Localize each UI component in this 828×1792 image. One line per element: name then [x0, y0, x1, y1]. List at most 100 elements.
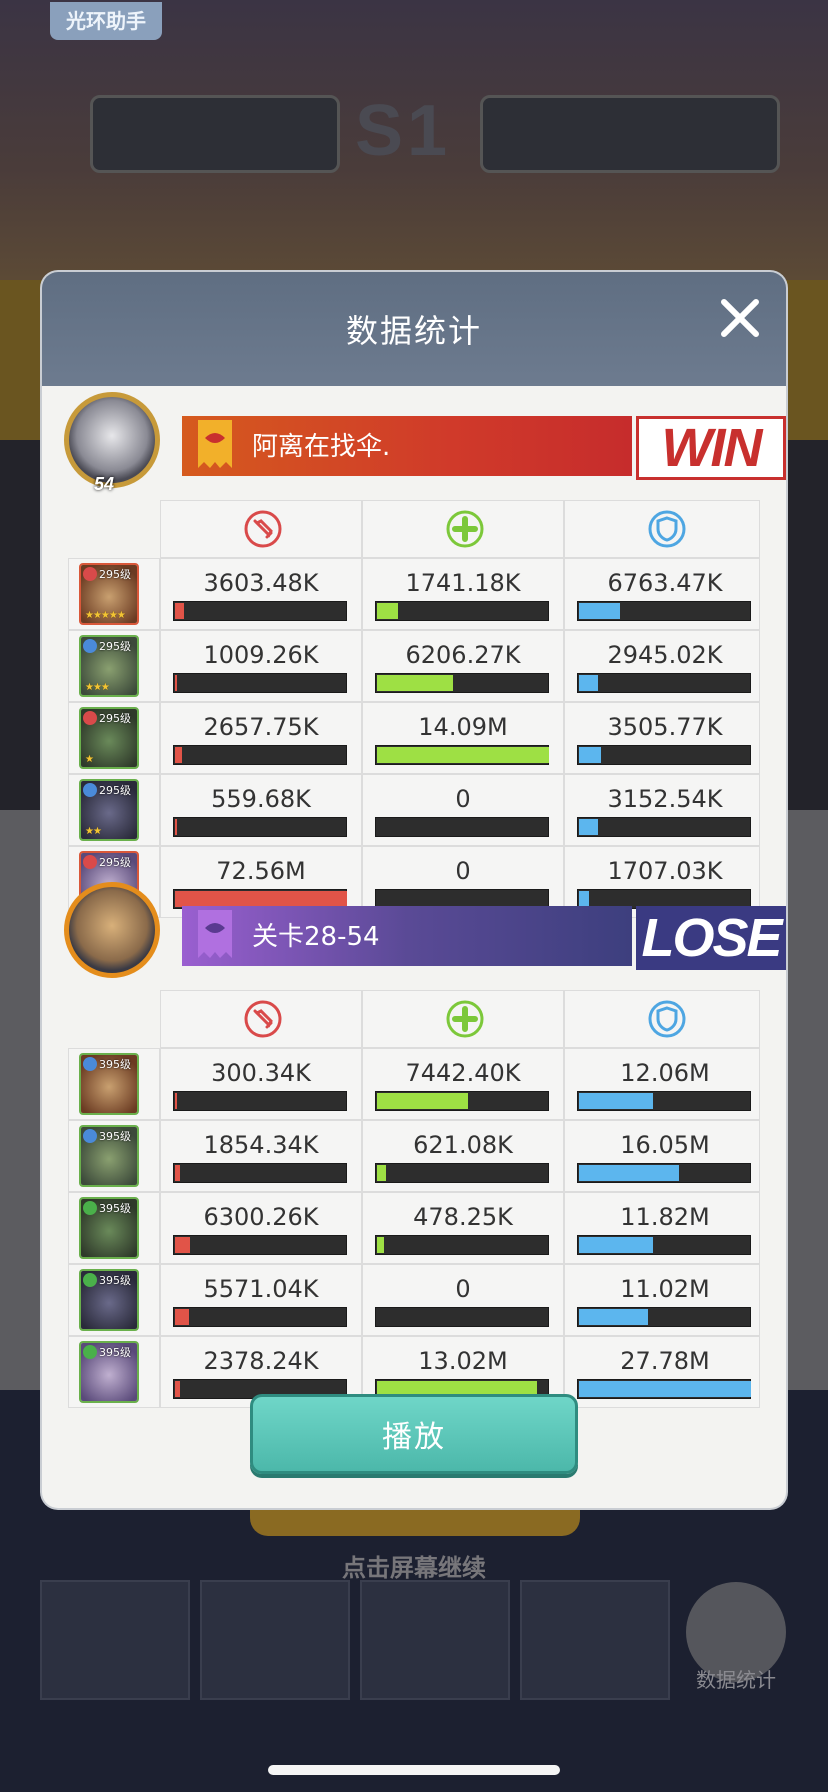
tank-cell: 12.06M: [564, 1048, 760, 1120]
team-banner: 关卡28-54 LOSE: [64, 880, 786, 978]
team-flag-icon: [198, 420, 232, 468]
play-button[interactable]: 播放: [250, 1394, 578, 1474]
heal-cell: 621.08K: [362, 1120, 564, 1192]
close-button[interactable]: [714, 292, 766, 344]
damage-bar-fill: [175, 1093, 177, 1109]
home-indicator[interactable]: [268, 1765, 560, 1775]
tank-bar-fill: [579, 1237, 653, 1253]
tank-value: 11.82M: [620, 1203, 710, 1231]
hero-portrait[interactable]: 295级 ★★: [79, 779, 139, 841]
damage-bar-fill: [175, 747, 182, 763]
tank-bar-fill: [579, 1165, 679, 1181]
hero-cell: 395级: [68, 1192, 160, 1264]
team-bar: [182, 416, 632, 476]
hero-portrait[interactable]: 295级 ★★★: [79, 635, 139, 697]
hero-portrait[interactable]: 395级: [79, 1269, 139, 1331]
damage-cell: 5571.04K: [160, 1264, 362, 1336]
tank-bar: [577, 673, 751, 693]
element-badge-icon: [83, 567, 97, 581]
shield-icon: [648, 1000, 686, 1038]
tank-bar: [577, 745, 751, 765]
tank-cell: 11.02M: [564, 1264, 760, 1336]
heal-bar: [375, 1235, 549, 1255]
column-header-tank: [564, 990, 760, 1048]
damage-cell: 300.34K: [160, 1048, 362, 1120]
team-bar: [182, 906, 632, 966]
hero-level: 395级: [99, 1346, 131, 1359]
result-badge-win: WIN: [636, 416, 786, 480]
heal-cell: 0: [362, 774, 564, 846]
heal-cell: 14.09M: [362, 702, 564, 774]
plus-icon: [446, 1000, 484, 1038]
tank-value: 27.78M: [620, 1347, 710, 1375]
heal-bar: [375, 601, 549, 621]
hero-cell: 395级: [68, 1120, 160, 1192]
damage-cell: 1009.26K: [160, 630, 362, 702]
heal-value: 621.08K: [413, 1131, 513, 1159]
hero-portrait[interactable]: 295级 ★: [79, 707, 139, 769]
stats-fab-label: 数据统计: [696, 1668, 776, 1692]
shield-icon: [648, 510, 686, 548]
tank-bar: [577, 817, 751, 837]
heal-cell: 0: [362, 1264, 564, 1336]
damage-bar-fill: [175, 675, 177, 691]
heal-value: 0: [455, 785, 471, 813]
hero-cell: 395级: [68, 1264, 160, 1336]
hero-cell: 395级: [68, 1048, 160, 1120]
team-name: 关卡28-54: [252, 922, 380, 952]
damage-cell: 2657.75K: [160, 702, 362, 774]
hero-portrait[interactable]: 395级: [79, 1125, 139, 1187]
element-badge-icon: [83, 1201, 97, 1215]
damage-bar: [173, 601, 347, 621]
damage-cell: 3603.48K: [160, 558, 362, 630]
damage-bar-fill: [175, 1381, 180, 1397]
column-header-tank: [564, 500, 760, 558]
sword-icon: [244, 1000, 282, 1038]
column-header-heal: [362, 500, 564, 558]
tank-value: 2945.02K: [607, 641, 723, 669]
hero-stars: ★★★: [85, 682, 110, 693]
damage-bar-fill: [175, 603, 184, 619]
heal-bar-fill: [377, 675, 453, 691]
hero-portrait[interactable]: 395级: [79, 1053, 139, 1115]
avatar-level: 54: [94, 474, 115, 494]
hero-level: 395级: [99, 1058, 131, 1071]
damage-value: 2657.75K: [203, 713, 319, 741]
damage-bar: [173, 1307, 347, 1327]
hero-portrait[interactable]: 295级 ★★★★★: [79, 563, 139, 625]
tank-value: 6763.47K: [607, 569, 723, 597]
tank-cell: 2945.02K: [564, 630, 760, 702]
tank-value: 3505.77K: [607, 713, 723, 741]
hero-portrait[interactable]: 395级: [79, 1341, 139, 1403]
hero-cell: 295级 ★★: [68, 774, 160, 846]
damage-bar-fill: [175, 1309, 189, 1325]
heal-value: 7442.40K: [405, 1059, 521, 1087]
hero-level: 295级: [99, 640, 131, 653]
close-icon: [721, 299, 759, 337]
damage-cell: 559.68K: [160, 774, 362, 846]
damage-value: 300.34K: [211, 1059, 311, 1087]
tap-to-continue-text: 点击屏幕继续: [342, 1554, 486, 1582]
tank-cell: 27.78M: [564, 1336, 760, 1408]
tank-bar-fill: [579, 1381, 751, 1397]
tank-bar: [577, 1091, 751, 1111]
element-badge-icon: [83, 1129, 97, 1143]
tank-bar-fill: [579, 675, 598, 691]
team-avatar[interactable]: [64, 882, 160, 978]
tank-bar-fill: [579, 603, 620, 619]
hero-level: 295级: [99, 856, 131, 869]
damage-value: 2378.24K: [203, 1347, 319, 1375]
tank-value: 3152.54K: [607, 785, 723, 813]
heal-value: 13.02M: [418, 1347, 508, 1375]
hero-level: 395级: [99, 1130, 131, 1143]
hero-level: 295级: [99, 712, 131, 725]
heal-bar-fill: [377, 603, 398, 619]
element-badge-icon: [83, 1345, 97, 1359]
damage-value: 1854.34K: [203, 1131, 319, 1159]
hero-portrait[interactable]: 395级: [79, 1197, 139, 1259]
tank-cell: 3152.54K: [564, 774, 760, 846]
helper-app-tag[interactable]: 光环助手: [50, 2, 162, 40]
damage-bar-fill: [175, 819, 177, 835]
damage-bar: [173, 1091, 347, 1111]
plus-icon: [446, 510, 484, 548]
